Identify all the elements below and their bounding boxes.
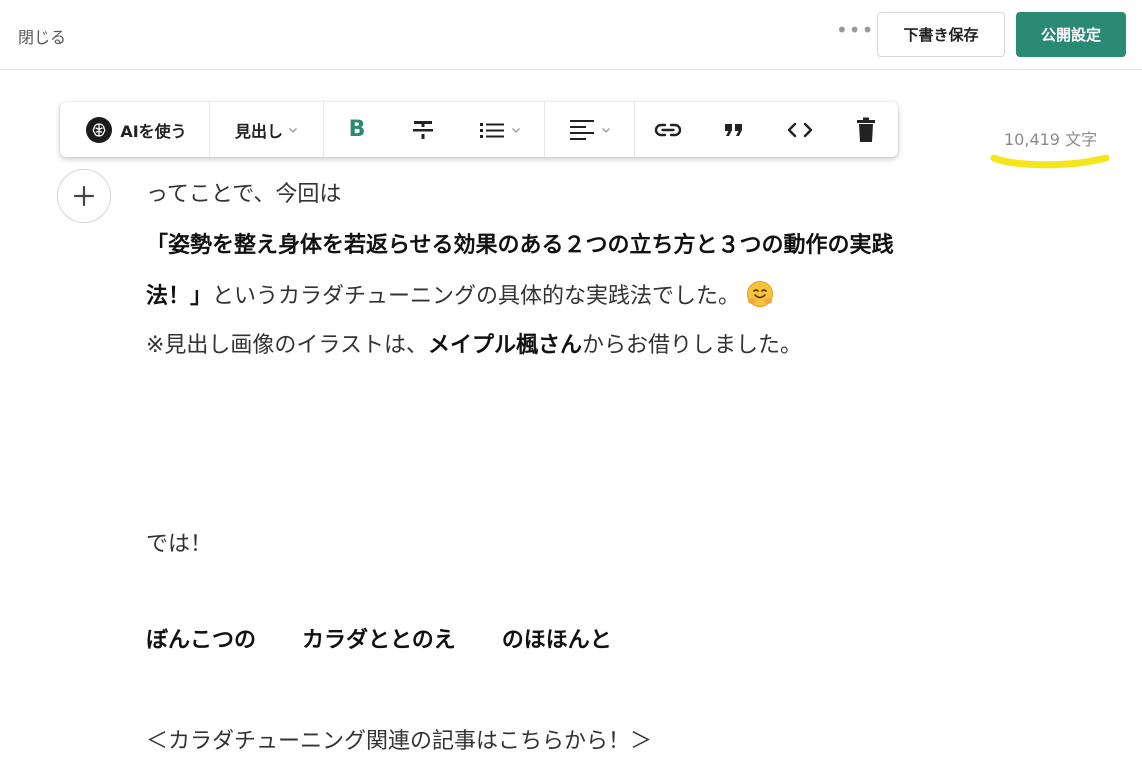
bold-text: 法！」	[146, 284, 213, 309]
chevron-down-icon	[512, 127, 520, 133]
delete-button[interactable]	[833, 102, 899, 157]
link-button[interactable]	[635, 102, 701, 157]
character-count: 10,419 文字	[1004, 130, 1098, 149]
align-group	[545, 102, 635, 157]
ai-assist-button[interactable]: AIを使う	[60, 102, 209, 157]
strikethrough-button[interactable]	[390, 102, 456, 157]
editor-header: 閉じる ••• 下書き保存 公開設定	[0, 0, 1142, 70]
paragraph: 「姿勢を整え身体を若返らせる効果のある２つの立ち方と３つの動作の実践	[146, 228, 894, 264]
save-draft-button[interactable]: 下書き保存	[877, 12, 1005, 57]
align-dropdown[interactable]	[545, 102, 634, 157]
chevron-down-icon	[601, 127, 610, 133]
align-left-icon	[569, 119, 594, 140]
chevron-down-icon	[289, 127, 297, 133]
list-dropdown[interactable]	[456, 102, 544, 157]
signature-line: ぼんこつの カラダととのえ のほほんと	[146, 628, 612, 653]
code-button[interactable]	[767, 102, 833, 157]
brain-icon	[86, 116, 113, 143]
paragraph: ※見出し画像のイラストは、メイプル楓さんからお借りしました。	[146, 333, 803, 358]
insert-group	[635, 102, 899, 157]
quote-button[interactable]	[701, 102, 767, 157]
publish-settings-button[interactable]: 公開設定	[1016, 12, 1126, 57]
text-format-group: B	[324, 102, 545, 157]
paragraph: ＜カラダチューニング関連の記事はこちらから！＞	[146, 729, 653, 754]
ai-assist-label: AIを使う	[120, 121, 187, 141]
more-dots-icon[interactable]: •••	[836, 20, 873, 40]
paragraph: ってことで、今回は	[146, 182, 342, 207]
code-icon	[787, 122, 813, 137]
link-icon	[654, 123, 682, 136]
close-button[interactable]: 閉じる	[18, 24, 66, 48]
add-block-button[interactable]	[57, 169, 111, 223]
quote-icon	[725, 123, 742, 136]
paragraph: では！	[146, 532, 213, 557]
ai-group: AIを使う 見出し	[60, 102, 324, 157]
heading-label: 見出し	[234, 121, 283, 141]
bold-button[interactable]: B	[324, 102, 390, 157]
formatting-toolbar: AIを使う 見出し B	[60, 102, 898, 157]
bold-text: 「姿勢を整え身体を若返らせる効果のある２つの立ち方と３つの動作の実践	[146, 233, 894, 258]
yellow-highlight-annotation	[990, 154, 1110, 169]
bold-text: メイプル楓さん	[428, 333, 583, 358]
paragraph: 法！」というカラダチューニングの具体的な実践法でした。	[146, 279, 774, 315]
plus-icon	[73, 185, 95, 207]
hugging-face-emoji-icon	[747, 281, 774, 307]
list-icon	[480, 122, 504, 138]
heading-dropdown[interactable]: 見出し	[209, 102, 323, 157]
trash-icon	[857, 117, 875, 142]
strikethrough-icon	[413, 120, 433, 139]
bold-icon: B	[348, 117, 366, 142]
